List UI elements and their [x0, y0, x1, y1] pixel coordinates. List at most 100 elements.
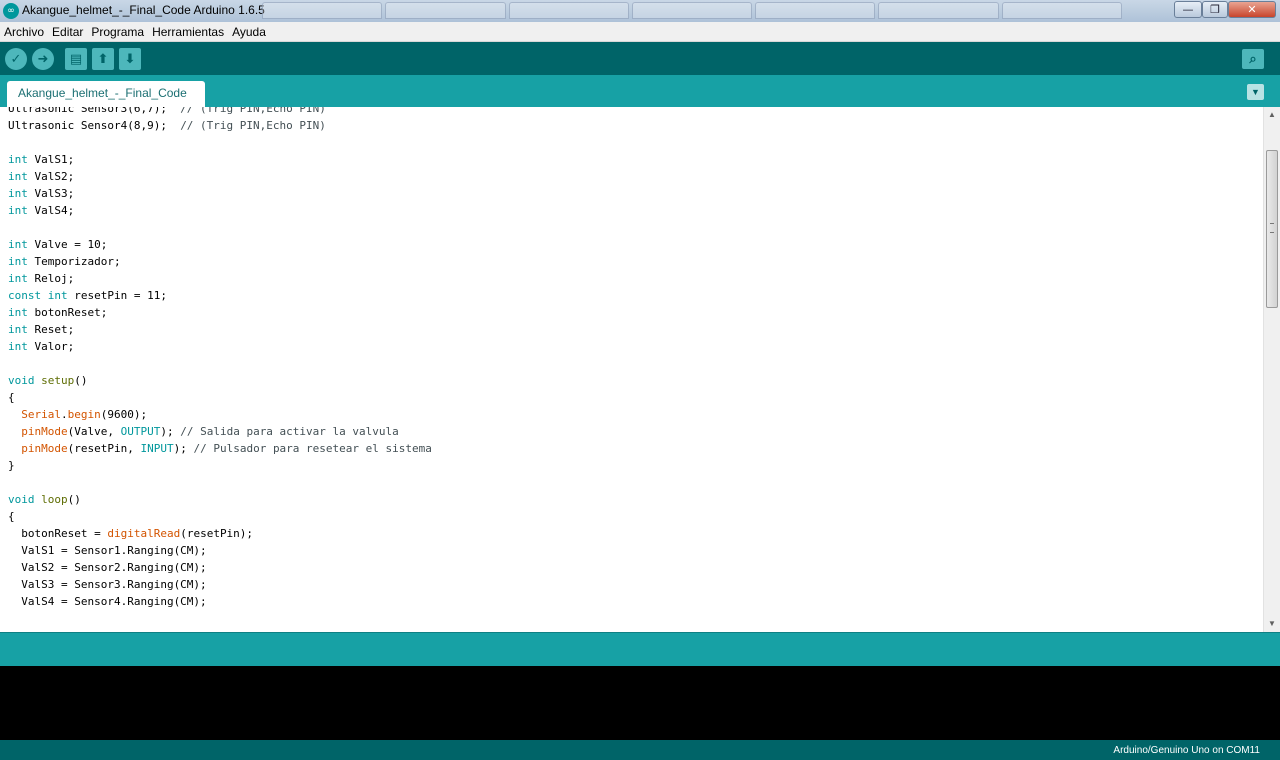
board-port-label: Arduino/Genuino Uno on COM11: [1113, 745, 1260, 756]
code-line[interactable]: int Valor;: [8, 338, 432, 355]
code-token: Reloj;: [27, 272, 75, 285]
code-line[interactable]: pinMode(resetPin, INPUT); // Pulsador pa…: [8, 440, 432, 457]
code-token: int: [8, 238, 28, 251]
code-token: pinMode: [21, 425, 68, 438]
window-title: Akangue_helmet_-_Final_Code Arduino 1.6.…: [22, 3, 265, 17]
console-output[interactable]: [0, 666, 1280, 740]
code-token: resetPin = 11;: [67, 289, 167, 302]
code-line[interactable]: int Valve = 10;: [8, 236, 432, 253]
code-line[interactable]: [8, 355, 432, 372]
code-line[interactable]: void loop(): [8, 491, 432, 508]
code-line[interactable]: pinMode(Valve, OUTPUT); // Salida para a…: [8, 423, 432, 440]
code-line[interactable]: {: [8, 508, 432, 525]
code-line[interactable]: {: [8, 389, 432, 406]
status-bar: Arduino/Genuino Uno on COM11: [0, 740, 1280, 760]
code-token: Ultrasonic Sensor4(8,9);: [8, 119, 181, 132]
code-token: INPUT: [140, 442, 174, 455]
code-token: {: [8, 510, 15, 523]
scroll-down-arrow-icon[interactable]: ▼: [1264, 616, 1280, 632]
code-token: );: [173, 442, 194, 455]
minimize-button[interactable]: —: [1174, 1, 1202, 18]
code-line[interactable]: ValS4 = Sensor4.Ranging(CM);: [8, 593, 432, 610]
verify-button[interactable]: ✓: [5, 48, 27, 70]
toolbar: ✓ ➜ ▤ ⬆ ⬇ ⌕: [0, 42, 1280, 75]
code-line[interactable]: const int resetPin = 11;: [8, 287, 432, 304]
menu-bar: Archivo Editar Programa Herramientas Ayu…: [0, 22, 1280, 42]
code-line[interactable]: Ultrasonic Sensor3(6,7); // (Trig PIN,Ec…: [8, 107, 432, 117]
menu-programa[interactable]: Programa: [87, 25, 148, 39]
code-line[interactable]: int ValS1;: [8, 151, 432, 168]
code-token: int: [8, 323, 28, 336]
code-token: (9600);: [100, 408, 148, 421]
code-line[interactable]: ValS3 = Sensor3.Ranging(CM);: [8, 576, 432, 593]
code-token: // Pulsador para resetear el sistema: [193, 442, 432, 455]
arrow-down-icon: ⬇: [124, 51, 136, 67]
code-line[interactable]: int ValS2;: [8, 168, 432, 185]
taskbar-preview-strip: [262, 2, 1122, 20]
scroll-up-arrow-icon[interactable]: ▲: [1264, 107, 1280, 123]
title-bar: ∞ Akangue_helmet_-_Final_Code Arduino 1.…: [0, 0, 1280, 22]
code-token: botonReset =: [8, 527, 108, 540]
background-window-tab: [878, 2, 999, 19]
menu-archivo[interactable]: Archivo: [0, 25, 48, 39]
code-token: Serial: [21, 408, 61, 421]
code-line[interactable]: int ValS4;: [8, 202, 432, 219]
code-token: loop: [41, 493, 68, 506]
chevron-down-icon: ▼: [1251, 87, 1260, 97]
code-token: int: [8, 204, 28, 217]
code-line[interactable]: int Temporizador;: [8, 253, 432, 270]
code-line[interactable]: }: [8, 457, 432, 474]
code-line[interactable]: int botonReset;: [8, 304, 432, 321]
tab-sketch[interactable]: Akangue_helmet_-_Final_Code: [7, 81, 205, 107]
magnifier-icon: ⌕: [1249, 51, 1257, 67]
code-editor[interactable]: Ultrasonic Sensor3(6,7); // (Trig PIN,Ec…: [0, 107, 1263, 632]
code-line[interactable]: int ValS3;: [8, 185, 432, 202]
new-sketch-button[interactable]: ▤: [65, 48, 87, 70]
code-line[interactable]: int Reset;: [8, 321, 432, 338]
code-token: // (Trig PIN,Echo PIN): [180, 107, 326, 115]
code-line[interactable]: Serial.begin(9600);: [8, 406, 432, 423]
open-sketch-button[interactable]: ⬆: [92, 48, 114, 70]
code-line[interactable]: ValS2 = Sensor2.Ranging(CM);: [8, 559, 432, 576]
document-icon: ▤: [69, 51, 83, 67]
code-token: int: [8, 306, 28, 319]
tab-menu-button[interactable]: ▼: [1247, 84, 1264, 100]
code-token: const: [8, 289, 42, 302]
code-line[interactable]: [8, 219, 432, 236]
code-token: int: [8, 187, 28, 200]
code-line[interactable]: botonReset = digitalRead(resetPin);: [8, 525, 432, 542]
save-sketch-button[interactable]: ⬇: [119, 48, 141, 70]
menu-ayuda[interactable]: Ayuda: [228, 25, 270, 39]
code-line[interactable]: [8, 134, 432, 151]
code-token: Ultrasonic Sensor3(6,7);: [8, 107, 181, 115]
arrow-up-icon: ⬆: [97, 51, 109, 67]
code-token: botonReset;: [27, 306, 108, 319]
code-text[interactable]: Ultrasonic Sensor3(6,7); // (Trig PIN,Ec…: [8, 107, 432, 610]
background-window-tab: [755, 2, 876, 19]
code-token: int: [8, 153, 28, 166]
code-token: {: [8, 391, 15, 404]
editor-scrollbar[interactable]: ▲ ▼: [1263, 107, 1280, 632]
code-token: int: [8, 272, 28, 285]
code-token: Valve = 10;: [27, 238, 108, 251]
maximize-button[interactable]: ❐: [1202, 1, 1228, 18]
code-line[interactable]: [8, 474, 432, 491]
code-token: Reset;: [27, 323, 75, 336]
code-line[interactable]: Ultrasonic Sensor4(8,9); // (Trig PIN,Ec…: [8, 117, 432, 134]
code-token: );: [160, 425, 181, 438]
upload-button[interactable]: ➜: [32, 48, 54, 70]
code-token: Valor;: [27, 340, 75, 353]
code-token: (resetPin,: [67, 442, 141, 455]
close-button[interactable]: ✕: [1228, 1, 1276, 18]
menu-herramientas[interactable]: Herramientas: [148, 25, 228, 39]
menu-editar[interactable]: Editar: [48, 25, 87, 39]
code-line[interactable]: int Reloj;: [8, 270, 432, 287]
code-line[interactable]: ValS1 = Sensor1.Ranging(CM);: [8, 542, 432, 559]
serial-monitor-button[interactable]: ⌕: [1242, 49, 1264, 69]
scroll-thumb[interactable]: [1266, 149, 1278, 308]
code-line[interactable]: void setup(): [8, 372, 432, 389]
code-token: int: [8, 340, 28, 353]
